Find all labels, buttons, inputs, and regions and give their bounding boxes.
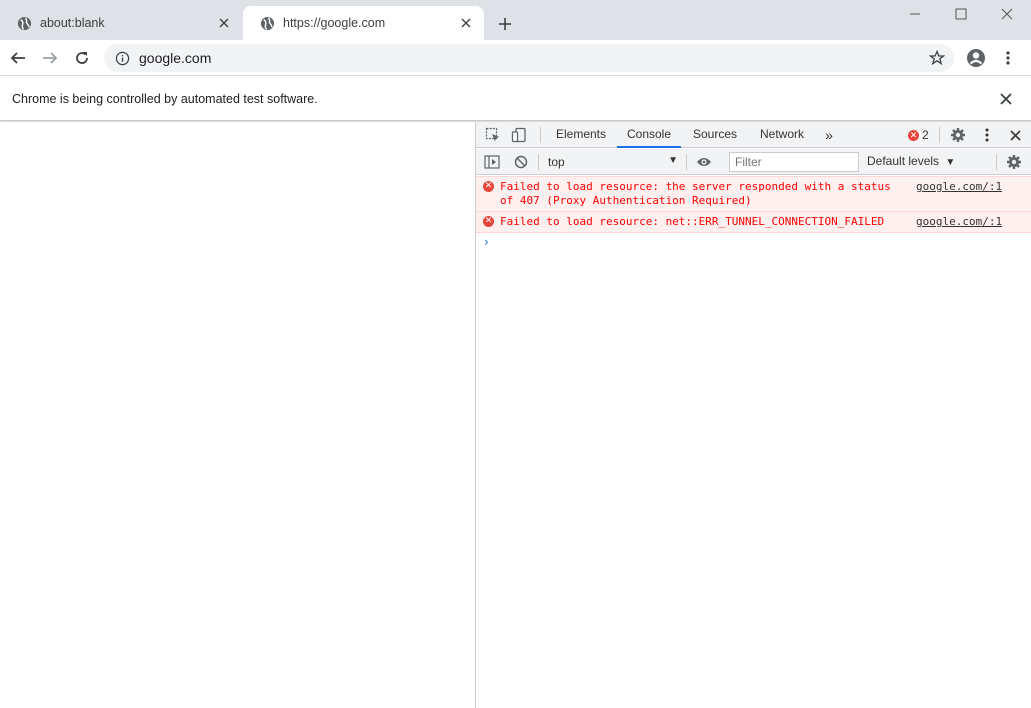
separator	[540, 127, 541, 143]
clear-console-icon[interactable]	[512, 153, 530, 171]
tab-strip: about:blank https://google.com	[0, 0, 1031, 40]
separator	[686, 154, 687, 170]
kebab-menu-icon	[1006, 51, 1010, 65]
separator	[538, 154, 539, 170]
levels-label: Default levels	[867, 154, 940, 168]
separator	[939, 127, 940, 143]
more-tabs-icon[interactable]: »	[820, 126, 838, 144]
star-icon[interactable]	[928, 49, 946, 67]
console-error-message: ✕ Failed to load resource: the server re…	[476, 176, 1031, 212]
url-text: google.com	[139, 50, 212, 66]
tab-network[interactable]: Network	[752, 122, 812, 148]
console-settings-gear-icon[interactable]	[1005, 153, 1023, 171]
inspect-element-icon[interactable]	[484, 126, 502, 144]
tab-close-icon[interactable]	[216, 15, 232, 31]
maximize-button[interactable]	[938, 0, 984, 28]
error-count: 2	[922, 128, 929, 142]
filter-input[interactable]	[729, 152, 859, 172]
gear-icon[interactable]	[949, 126, 967, 144]
prompt-chevron-icon: ›	[484, 235, 489, 249]
window-close-button[interactable]	[984, 0, 1030, 28]
device-toolbar-icon[interactable]	[510, 126, 528, 144]
infobar-close-button[interactable]	[998, 91, 1014, 107]
arrow-right-icon	[43, 52, 58, 64]
error-icon: ✕	[483, 216, 494, 227]
devtools-tabbar: Elements Console Sources Network » ✕ 2	[476, 122, 1031, 148]
tab-sources[interactable]: Sources	[686, 122, 744, 148]
tab-title: about:blank	[40, 16, 105, 30]
eye-icon[interactable]	[695, 153, 713, 171]
minimize-button[interactable]	[892, 0, 938, 28]
dropdown-arrow-icon: ▼	[945, 157, 956, 168]
error-icon: ✕	[908, 129, 919, 141]
console-output: ✕ Failed to load resource: the server re…	[476, 176, 1031, 251]
context-selector[interactable]: top ▼	[548, 152, 678, 172]
error-text: Failed to load resource: the server resp…	[500, 180, 891, 207]
tab-about-blank[interactable]: about:blank	[0, 6, 242, 40]
avatar-icon	[967, 49, 985, 67]
dropdown-arrow-icon: ▼	[668, 155, 678, 166]
tab-elements[interactable]: Elements	[550, 122, 612, 148]
console-toolbar: top ▼ Default levels ▼	[476, 149, 1031, 175]
forward-button[interactable]	[36, 44, 64, 72]
error-icon: ✕	[483, 181, 494, 192]
info-icon[interactable]	[113, 49, 131, 67]
profile-button[interactable]	[962, 44, 990, 72]
devtools-panel: Elements Console Sources Network » ✕ 2 t…	[475, 122, 1031, 708]
close-devtools-icon[interactable]	[1006, 126, 1024, 144]
error-counter[interactable]: ✕ 2	[908, 127, 929, 143]
sidebar-toggle-icon[interactable]	[483, 153, 501, 171]
console-prompt[interactable]: ›	[476, 233, 1031, 251]
context-value: top	[548, 155, 565, 169]
tab-console[interactable]: Console	[617, 122, 681, 148]
close-icon	[1000, 93, 1012, 105]
source-link[interactable]: google.com/:1	[916, 215, 1002, 229]
separator	[996, 154, 997, 170]
globe-icon	[259, 15, 275, 31]
reload-icon	[76, 52, 88, 64]
tab-title: https://google.com	[283, 16, 386, 30]
log-levels-dropdown[interactable]: Default levels ▼	[867, 154, 955, 168]
plus-icon	[499, 18, 511, 30]
tab-close-icon[interactable]	[458, 15, 474, 31]
automation-infobar: Chrome is being controlled by automated …	[0, 77, 1031, 121]
source-link[interactable]: google.com/:1	[916, 180, 1002, 194]
address-bar[interactable]: google.com	[104, 44, 954, 72]
arrow-left-icon	[10, 52, 25, 64]
new-tab-button[interactable]	[493, 12, 517, 36]
minimize-icon	[910, 13, 920, 15]
page-viewport[interactable]	[0, 122, 475, 708]
kebab-menu-icon[interactable]	[978, 126, 996, 144]
chrome-menu-button[interactable]	[994, 44, 1022, 72]
back-button[interactable]	[4, 44, 32, 72]
tab-google[interactable]: https://google.com	[243, 6, 484, 40]
error-text: Failed to load resource: net::ERR_TUNNEL…	[500, 215, 885, 228]
console-error-message: ✕ Failed to load resource: net::ERR_TUNN…	[476, 212, 1031, 233]
reload-button[interactable]	[68, 44, 96, 72]
close-icon	[1001, 8, 1013, 20]
browser-toolbar: google.com	[0, 40, 1031, 76]
maximize-icon	[955, 8, 967, 20]
globe-icon	[16, 15, 32, 31]
infobar-message: Chrome is being controlled by automated …	[12, 92, 318, 106]
